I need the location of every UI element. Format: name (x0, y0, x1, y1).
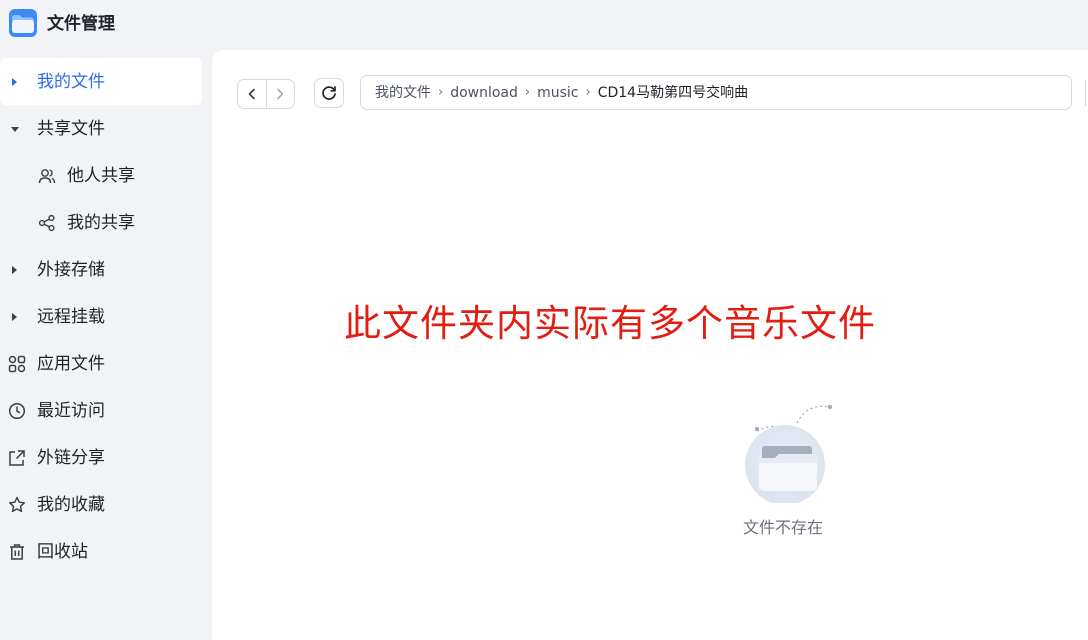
sidebar-item-label: 他人共享 (67, 165, 135, 186)
breadcrumb-item-current-folder: CD14马勒第四号交响曲 (597, 84, 749, 101)
breadcrumb-item-my-files[interactable]: 我的文件 (375, 83, 431, 103)
sidebar-item-app-files[interactable]: 应用文件 (0, 340, 212, 387)
back-button[interactable] (238, 80, 266, 108)
sidebar-item-label: 应用文件 (37, 353, 105, 374)
sidebar-item-label: 我的收藏 (37, 494, 105, 515)
sidebar: 我的文件 共享文件 他人共享 我的共享 外接存储 远程挂载 应用文件 最近访问 … (0, 58, 212, 575)
caret-right-icon[interactable] (12, 77, 17, 86)
folder-logo-icon (9, 9, 37, 37)
sidebar-item-external-share[interactable]: 外链分享 (0, 434, 212, 481)
sidebar-item-recycle-bin[interactable]: 回收站 (0, 528, 212, 575)
trash-icon (8, 543, 26, 561)
sidebar-item-recent[interactable]: 最近访问 (0, 387, 212, 434)
sidebar-item-remote-mount[interactable]: 远程挂载 (0, 293, 212, 340)
breadcrumb-separator: › (524, 84, 531, 100)
breadcrumb-item-download[interactable]: download (450, 83, 518, 103)
clock-icon (8, 402, 26, 420)
breadcrumb: 我的文件 › download › music › CD14马勒第四号交响曲 (360, 75, 1072, 110)
file-manager-app: 文件管理 我的文件 共享文件 他人共享 我的共享 外接存储 远程挂载 应用文件 … (0, 0, 1088, 640)
share-icon (38, 214, 56, 232)
caret-right-icon[interactable] (12, 265, 17, 274)
sidebar-item-label: 回收站 (37, 541, 88, 562)
sidebar-item-shared-by-others[interactable]: 他人共享 (0, 152, 212, 199)
users-icon (38, 167, 56, 185)
sidebar-item-label: 远程挂载 (37, 306, 105, 327)
refresh-button[interactable] (314, 78, 344, 108)
sidebar-item-my-files[interactable]: 我的文件 (0, 58, 202, 105)
forward-button[interactable] (265, 80, 294, 108)
chevron-right-icon (273, 87, 287, 101)
history-nav (237, 79, 295, 109)
star-icon (8, 496, 26, 514)
app-title: 文件管理 (47, 14, 115, 34)
main-panel: 我的文件 › download › music › CD14马勒第四号交响曲 此… (212, 50, 1088, 640)
sidebar-item-label: 最近访问 (37, 400, 105, 421)
sidebar-item-external-storage[interactable]: 外接存储 (0, 246, 212, 293)
caret-right-icon[interactable] (12, 312, 17, 321)
apps-icon (8, 355, 26, 373)
app-header: 文件管理 (0, 0, 1088, 46)
annotation-text: 此文件夹内实际有多个音乐文件 (344, 302, 876, 345)
toolbar: 我的文件 › download › music › CD14马勒第四号交响曲 (212, 50, 1088, 140)
breadcrumb-item-music[interactable]: music (537, 83, 578, 103)
empty-folder-icon (737, 403, 837, 505)
caret-down-icon[interactable] (11, 126, 19, 132)
external-share-icon (8, 449, 26, 467)
sidebar-item-label: 共享文件 (37, 118, 105, 139)
refresh-icon (320, 84, 338, 102)
sidebar-item-my-shares[interactable]: 我的共享 (0, 199, 212, 246)
sidebar-item-favorites[interactable]: 我的收藏 (0, 481, 212, 528)
breadcrumb-separator: › (438, 84, 444, 100)
chevron-left-icon (245, 87, 259, 101)
sidebar-item-label: 我的文件 (37, 71, 105, 92)
breadcrumb-separator: › (585, 84, 591, 100)
sidebar-item-label: 外接存储 (37, 259, 105, 280)
sidebar-item-shared-files[interactable]: 共享文件 (0, 105, 212, 152)
sidebar-item-label: 外链分享 (37, 447, 105, 468)
empty-state-text: 文件不存在 (743, 518, 824, 537)
sidebar-item-label: 我的共享 (67, 212, 135, 233)
